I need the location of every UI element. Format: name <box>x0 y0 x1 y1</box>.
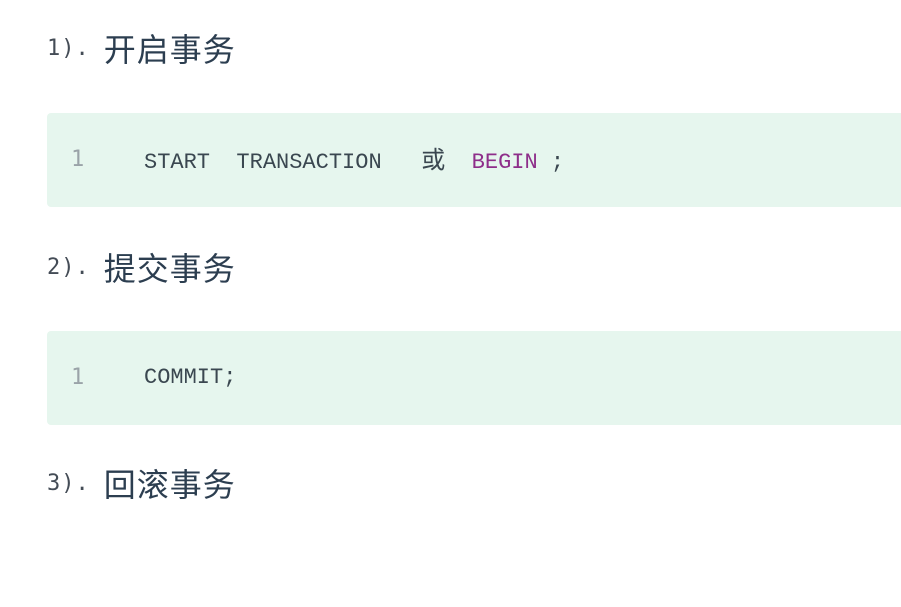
section-3-title: 回滚事务 <box>103 466 236 504</box>
document-page: 1). 开启事务 1 START TRANSACTION 或 BEGIN ; 2… <box>0 0 901 607</box>
section-3-heading: 3). 回滚事务 <box>47 463 236 504</box>
code-token-or: 或 <box>421 146 446 174</box>
line-number: 1 <box>71 147 85 172</box>
code-token-semicolon: ; <box>550 150 565 175</box>
section-3-number: 3). <box>47 470 90 496</box>
code-token-start: START <box>144 150 211 175</box>
section-1-heading: 1). 开启事务 <box>47 28 236 69</box>
code-token-begin: BEGIN <box>471 150 538 175</box>
section-1-number: 1). <box>47 35 90 61</box>
code-block-start-transaction: 1 START TRANSACTION 或 BEGIN ; <box>47 113 901 207</box>
section-1-title: 开启事务 <box>103 31 236 69</box>
section-2-title: 提交事务 <box>103 250 236 288</box>
section-2-number: 2). <box>47 254 90 280</box>
line-number: 1 <box>71 365 85 390</box>
code-line: COMMIT; <box>144 331 236 425</box>
section-2-heading: 2). 提交事务 <box>47 247 236 288</box>
code-line: START TRANSACTION 或 BEGIN ; <box>144 113 564 207</box>
code-block-commit: 1 COMMIT; <box>47 331 901 425</box>
code-token-commit: COMMIT; <box>144 365 237 390</box>
code-token-transaction: TRANSACTION <box>236 150 382 175</box>
